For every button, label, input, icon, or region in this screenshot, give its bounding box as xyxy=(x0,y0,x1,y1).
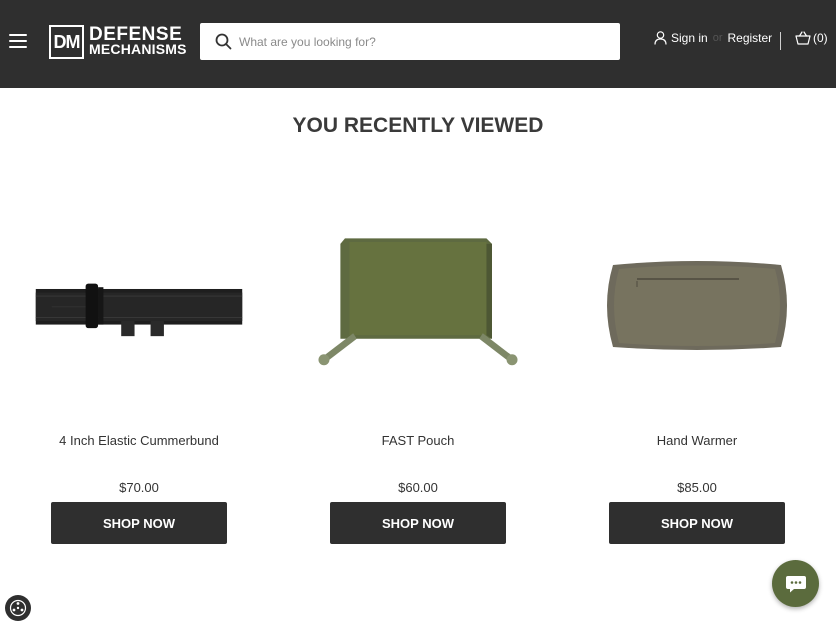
cart-count: (0) xyxy=(813,31,828,45)
or-separator: or xyxy=(712,32,723,44)
product-card: 4 Inch Elastic Cummerbund $70.00 SHOP NO… xyxy=(34,200,244,544)
shop-now-button[interactable]: SHOP NOW xyxy=(609,502,785,544)
account-links: Sign in or Register xyxy=(654,31,772,45)
shop-now-button[interactable]: SHOP NOW xyxy=(51,502,227,544)
search-bar[interactable] xyxy=(200,23,620,60)
hand-warmer-image xyxy=(607,261,787,350)
product-image[interactable] xyxy=(313,200,523,410)
sign-in-link[interactable]: Sign in xyxy=(671,31,708,45)
logo-mark: DM xyxy=(49,25,84,59)
basket-icon xyxy=(795,31,811,45)
cummerbund-image xyxy=(35,283,243,337)
search-icon[interactable] xyxy=(215,33,232,50)
product-price: $60.00 xyxy=(398,480,438,495)
logo-line-1: DEFENSE xyxy=(89,24,183,45)
product-image[interactable] xyxy=(34,200,244,410)
shop-now-button[interactable]: SHOP NOW xyxy=(330,502,506,544)
section-title: YOU RECENTLY VIEWED xyxy=(292,114,544,137)
user-icon[interactable] xyxy=(654,31,667,45)
product-card: Hand Warmer $85.00 SHOP NOW xyxy=(592,200,802,544)
register-link[interactable]: Register xyxy=(727,31,772,45)
logo-wordmark: DEFENSE MECHANISMS xyxy=(89,24,187,57)
logo-line-2: MECHANISMS xyxy=(89,41,187,57)
accessibility-icon xyxy=(9,599,27,617)
product-image[interactable] xyxy=(592,200,802,410)
product-name[interactable]: 4 Inch Elastic Cummerbund xyxy=(34,433,244,448)
header-divider xyxy=(780,32,781,50)
accessibility-button[interactable] xyxy=(5,595,31,621)
fast-pouch-image xyxy=(318,238,518,366)
search-input[interactable] xyxy=(239,34,599,49)
chat-button[interactable] xyxy=(772,560,819,607)
product-name[interactable]: Hand Warmer xyxy=(592,433,802,448)
product-card: FAST Pouch $60.00 SHOP NOW xyxy=(313,200,523,544)
site-header: DM DEFENSE MECHANISMS Sign in or Registe… xyxy=(0,0,836,88)
chat-icon xyxy=(785,575,806,592)
hamburger-icon[interactable] xyxy=(9,34,27,48)
product-price: $70.00 xyxy=(119,480,159,495)
site-logo[interactable]: DM DEFENSE MECHANISMS xyxy=(49,25,187,59)
cart-button[interactable]: (0) xyxy=(795,31,828,45)
product-price: $85.00 xyxy=(677,480,717,495)
product-name[interactable]: FAST Pouch xyxy=(313,433,523,448)
